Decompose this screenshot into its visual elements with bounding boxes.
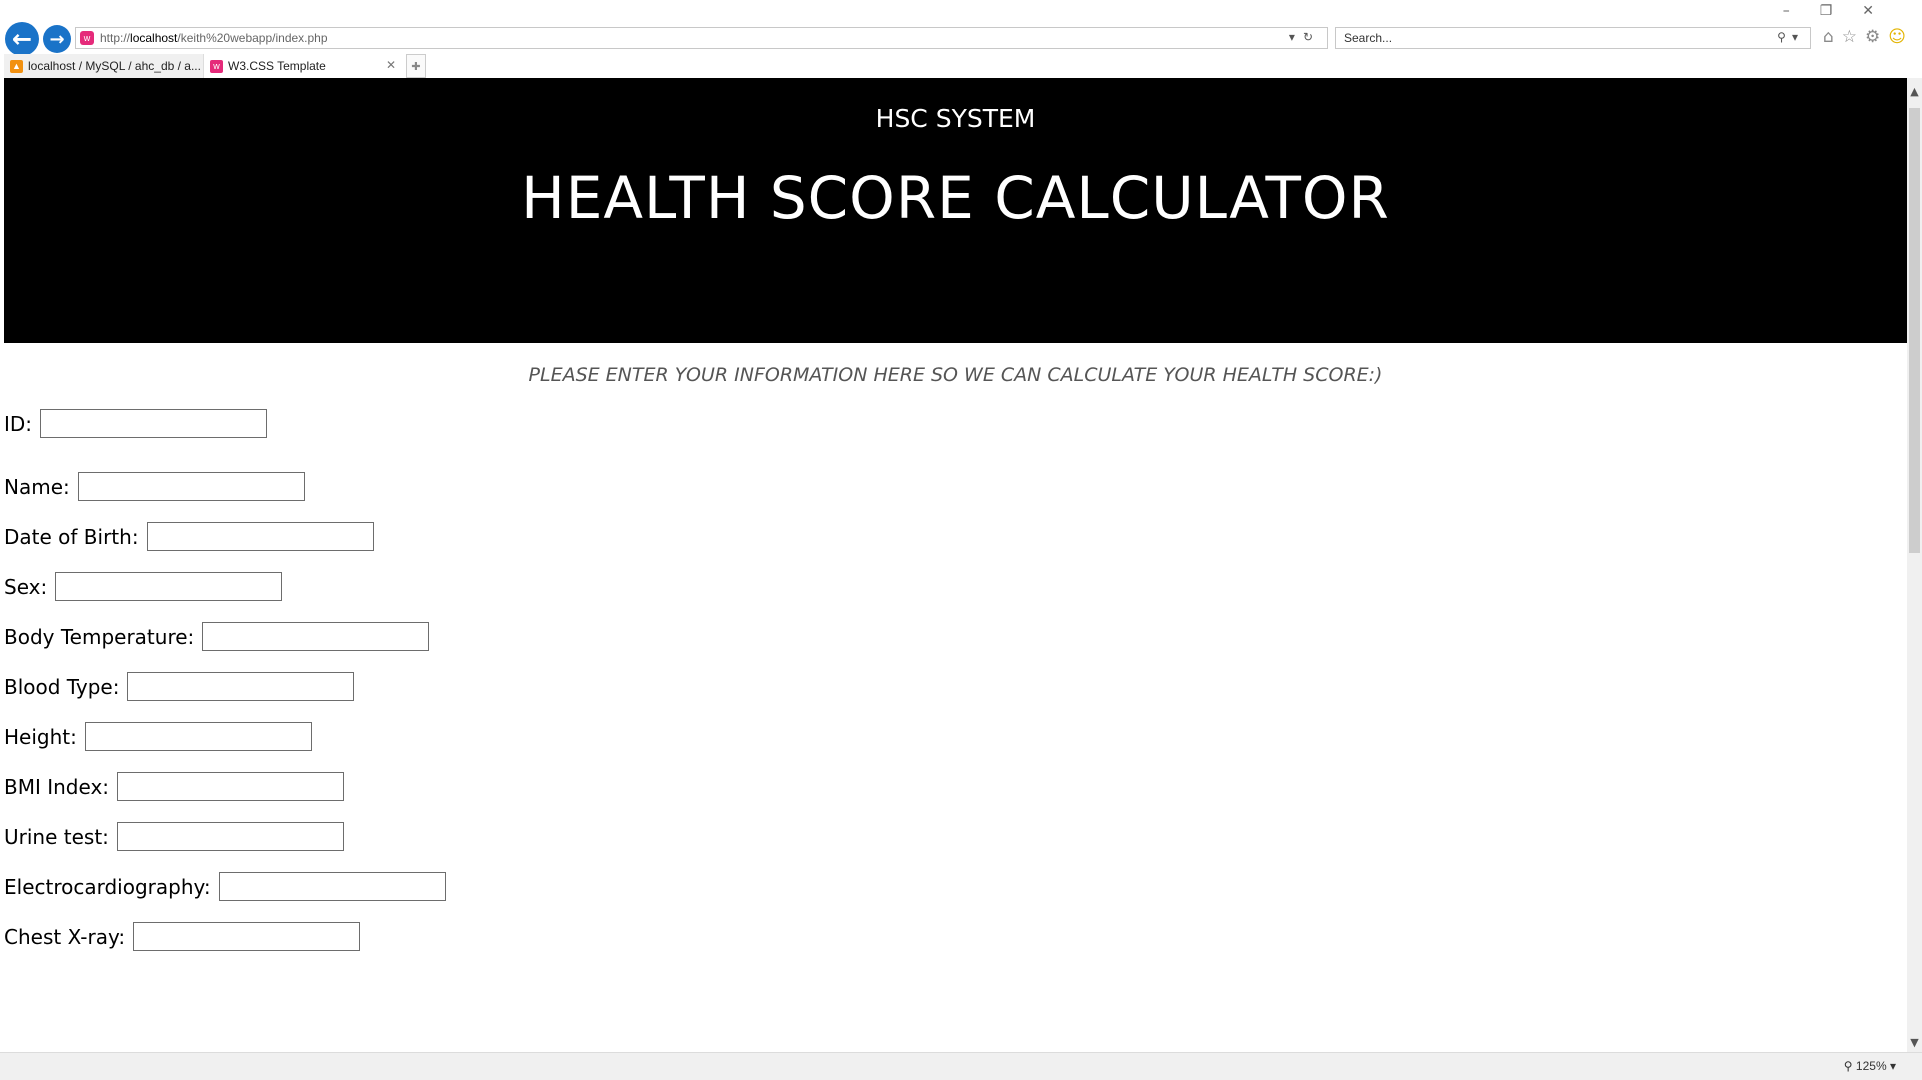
chest-xray-label: Chest X-ray: xyxy=(4,924,126,949)
tab-close-icon[interactable]: ✕ xyxy=(386,58,396,72)
address-prefix: http:// xyxy=(100,31,131,45)
zoom-icon: ⚲ xyxy=(1843,1059,1853,1073)
form-row-blood-type: Blood Type: xyxy=(4,672,355,701)
dob-input[interactable] xyxy=(146,522,374,551)
feedback-smiley-icon[interactable]: ☺ xyxy=(1888,27,1914,47)
form-row-bmi: BMI Index: xyxy=(4,772,345,801)
phpmyadmin-icon: ▲ xyxy=(10,59,23,73)
close-window-icon[interactable]: ✕ xyxy=(1862,3,1904,19)
zoom-level: 125% xyxy=(1855,1059,1887,1073)
body-temperature-input[interactable] xyxy=(202,622,430,651)
w3-favicon-icon: w xyxy=(210,59,223,73)
minimize-icon[interactable]: – xyxy=(1783,3,1820,19)
form-row-body-temperature: Body Temperature: xyxy=(4,622,430,651)
page-content: HSC SYSTEM HEALTH SCORE CALCULATOR PLEAS… xyxy=(4,78,1907,1052)
tab-phpmyadmin[interactable]: ▲ localhost / MySQL / ahc_db / a... xyxy=(4,54,204,78)
back-arrow-icon: ← xyxy=(11,25,33,53)
page-title: HEALTH SCORE CALCULATOR xyxy=(521,164,1390,232)
address-path: /keith%20webapp/index.php xyxy=(177,31,328,45)
new-tab-button[interactable]: ✚ xyxy=(406,54,426,78)
form-row-name: Name: xyxy=(4,472,305,501)
tab-label: localhost / MySQL / ahc_db / a... xyxy=(28,59,201,73)
address-bar[interactable]: w http://localhost/keith%20webapp/index.… xyxy=(75,27,1328,49)
tab-label: W3.CSS Template xyxy=(228,59,326,73)
new-tab-icon: ✚ xyxy=(411,59,421,73)
settings-gear-icon[interactable]: ⚙ xyxy=(1865,27,1888,47)
search-placeholder: Search... xyxy=(1344,31,1393,45)
body-temperature-label: Body Temperature: xyxy=(4,624,195,649)
forward-arrow-icon: → xyxy=(49,28,65,50)
bmi-input[interactable] xyxy=(117,772,345,801)
search-icon[interactable]: ⚲ xyxy=(1777,30,1792,44)
scroll-down-icon[interactable]: ▼ xyxy=(1907,1035,1922,1050)
id-input[interactable] xyxy=(40,409,268,438)
blood-type-input[interactable] xyxy=(127,672,355,701)
bmi-label: BMI Index: xyxy=(4,774,110,799)
dob-label: Date of Birth: xyxy=(4,524,139,549)
address-dropdown-icon[interactable]: ▾ xyxy=(1289,30,1303,44)
id-label: ID: xyxy=(4,411,33,436)
height-input[interactable] xyxy=(84,722,312,751)
page-header: HSC SYSTEM HEALTH SCORE CALCULATOR xyxy=(4,78,1907,343)
scrollbar-thumb[interactable] xyxy=(1909,108,1920,553)
zoom-dropdown-icon[interactable]: ▾ xyxy=(1890,1059,1896,1073)
search-box[interactable]: Search... ⚲▾ xyxy=(1335,27,1811,49)
scroll-up-icon[interactable]: ▲ xyxy=(1907,84,1922,99)
ecg-label: Electrocardiography: xyxy=(4,874,211,899)
site-favicon-icon: w xyxy=(80,31,94,45)
search-dropdown-icon[interactable]: ▾ xyxy=(1792,30,1804,44)
zoom-control[interactable]: ⚲ 125% ▾ xyxy=(1844,1059,1896,1073)
urine-test-input[interactable] xyxy=(116,822,344,851)
name-label: Name: xyxy=(4,474,70,499)
form-row-chest-xray: Chest X-ray: xyxy=(4,922,361,951)
system-name: HSC SYSTEM xyxy=(875,104,1036,133)
form-row-ecg: Electrocardiography: xyxy=(4,872,446,901)
home-icon[interactable]: ⌂ xyxy=(1823,27,1842,47)
form-row-urine-test: Urine test: xyxy=(4,822,344,851)
sex-label: Sex: xyxy=(4,574,48,599)
ecg-input[interactable] xyxy=(218,872,446,901)
chest-xray-input[interactable] xyxy=(133,922,361,951)
urine-test-label: Urine test: xyxy=(4,824,109,849)
vertical-scrollbar[interactable]: ▲ ▼ xyxy=(1907,78,1922,1052)
tab-strip: ▲ localhost / MySQL / ahc_db / a... w W3… xyxy=(0,54,1922,78)
intro-text: PLEASE ENTER YOUR INFORMATION HERE SO WE… xyxy=(528,364,1383,386)
form-row-height: Height: xyxy=(4,722,312,751)
blood-type-label: Blood Type: xyxy=(4,674,120,699)
address-host: localhost xyxy=(130,31,178,45)
name-input[interactable] xyxy=(77,472,305,501)
back-button[interactable]: ← xyxy=(5,22,39,56)
tab-w3css-template[interactable]: w W3.CSS Template ✕ xyxy=(204,54,404,78)
form-row-id: ID: xyxy=(4,409,268,438)
sex-input[interactable] xyxy=(55,572,283,601)
height-label: Height: xyxy=(4,724,77,749)
refresh-icon[interactable]: ↻ xyxy=(1303,30,1321,44)
status-bar: ⚲ 125% ▾ xyxy=(0,1052,1922,1080)
restore-icon[interactable]: ❐ xyxy=(1820,3,1863,19)
forward-button[interactable]: → xyxy=(43,25,71,53)
form-row-dob: Date of Birth: xyxy=(4,522,374,551)
favorites-star-icon[interactable]: ☆ xyxy=(1842,27,1865,47)
form-row-sex: Sex: xyxy=(4,572,283,601)
browser-chrome: ← → w http://localhost/keith%20webapp/in… xyxy=(0,0,1922,78)
